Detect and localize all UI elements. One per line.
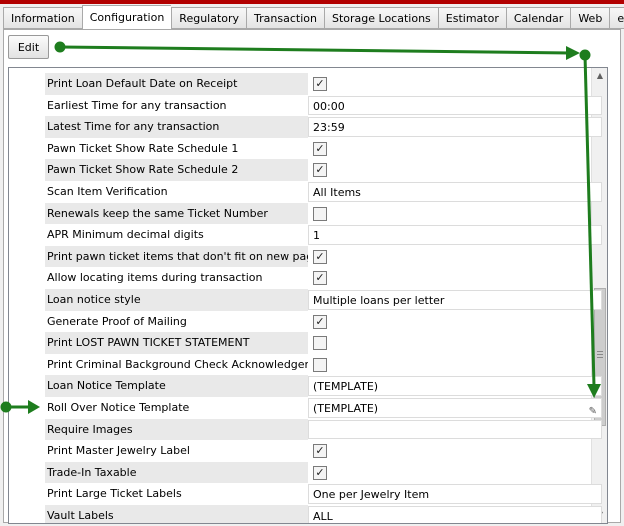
arrow-head-right <box>566 46 580 60</box>
arrow-head-left-row <box>28 400 40 414</box>
arrow-head-down <box>587 384 601 398</box>
annotation-arrows <box>0 41 601 414</box>
